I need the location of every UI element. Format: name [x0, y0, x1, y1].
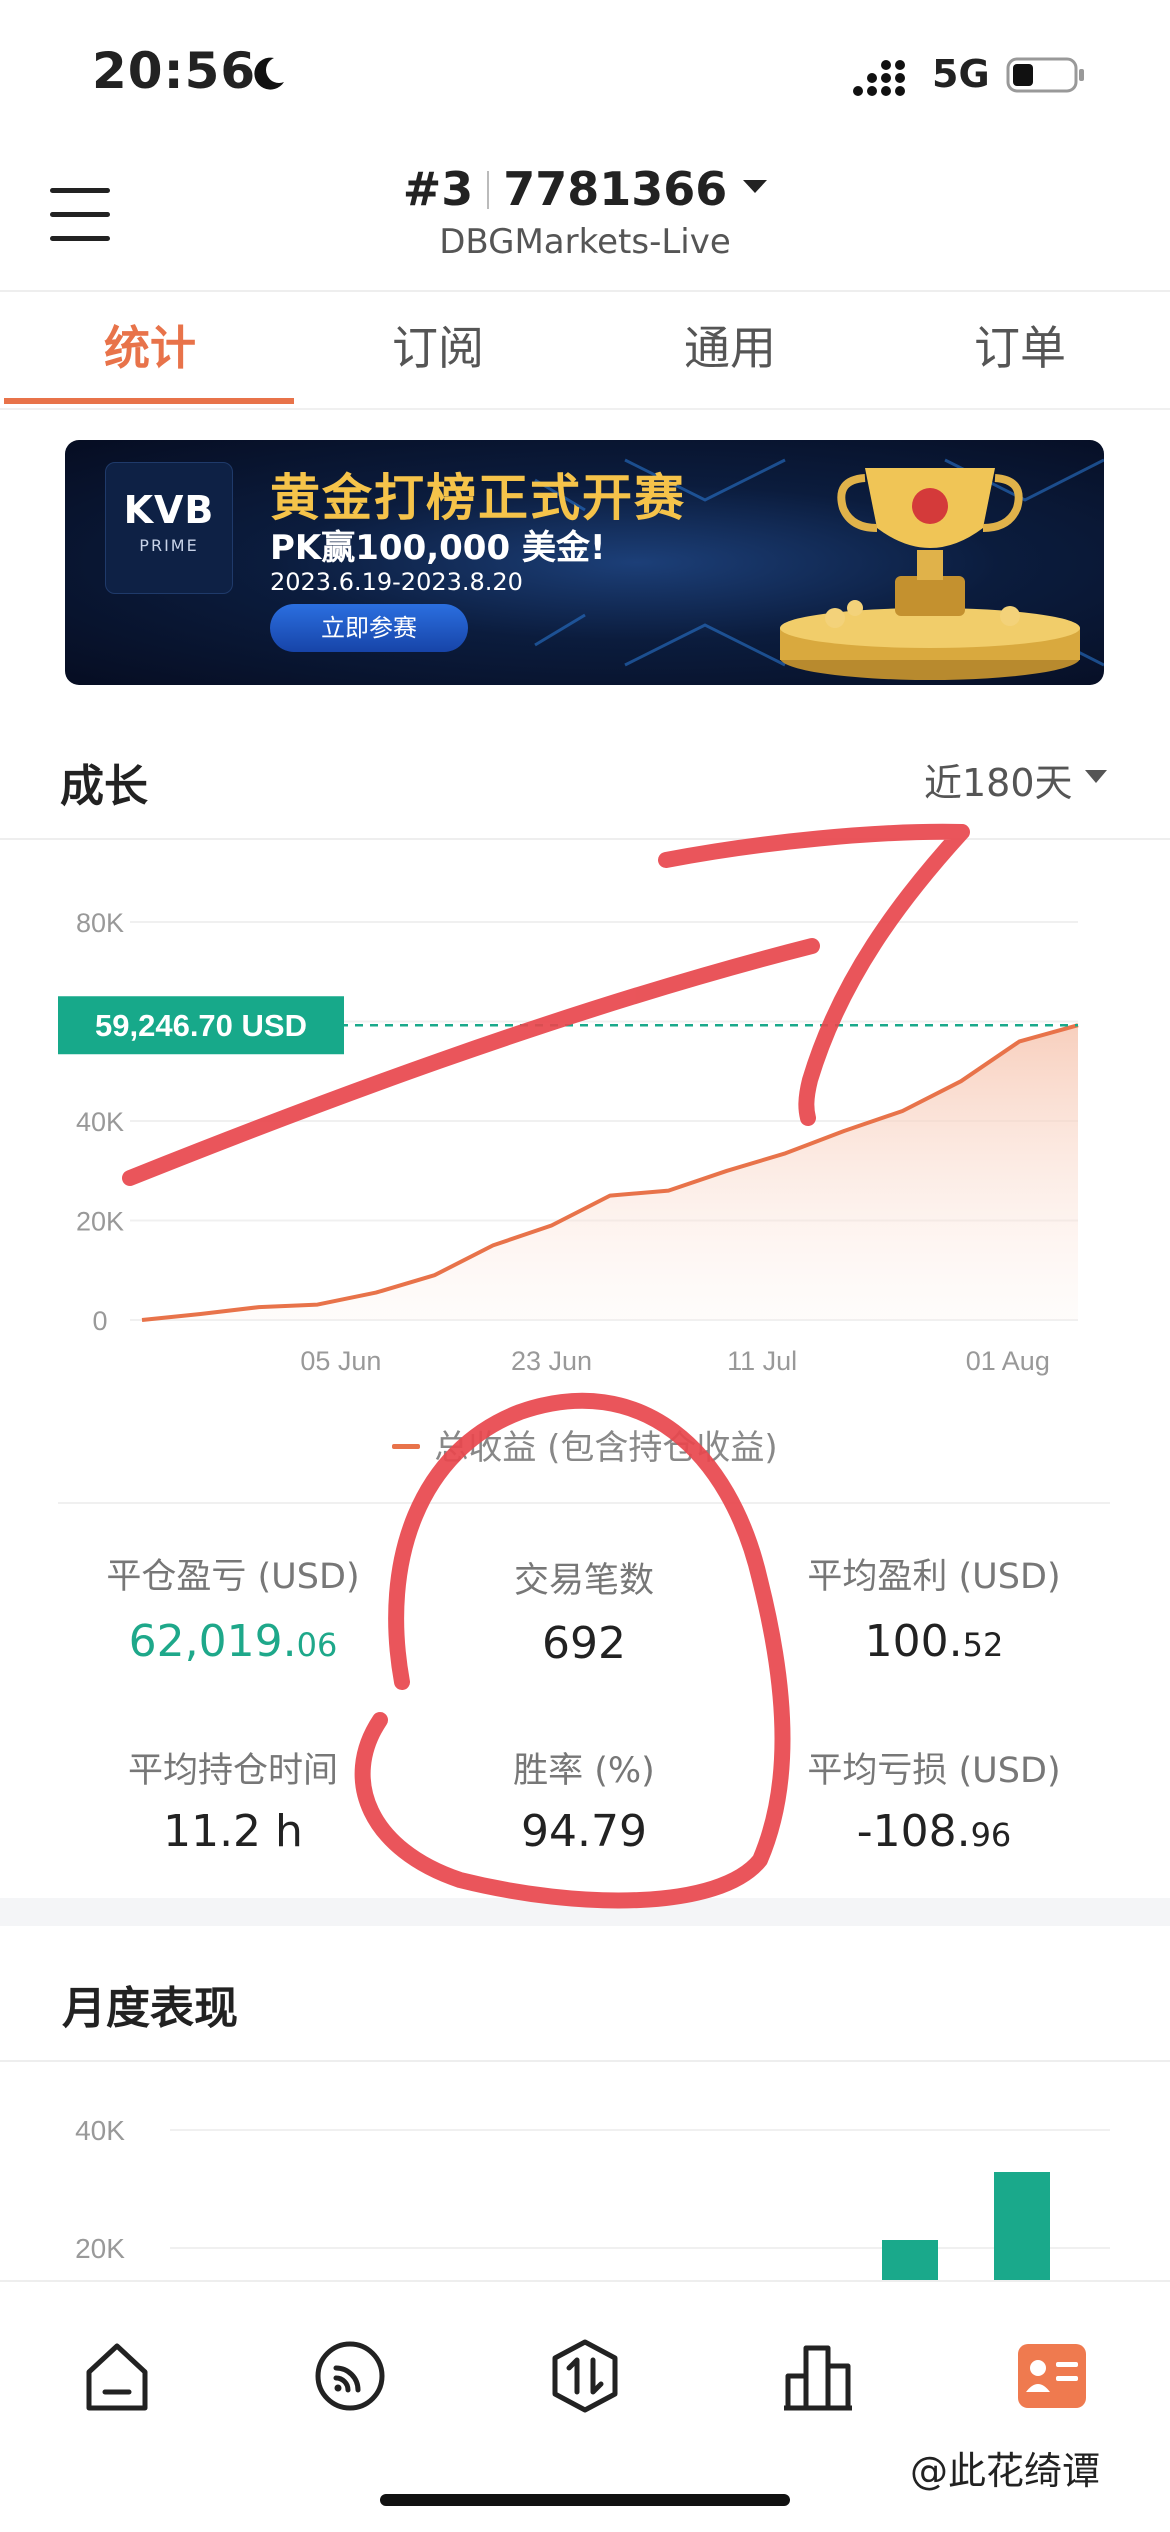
range-caret-icon: [1085, 770, 1107, 783]
stat-label: 平均持仓时间: [127, 1751, 338, 1791]
stat-value-main: 11.2 h: [163, 1806, 303, 1857]
trade-icon[interactable]: [545, 2336, 625, 2416]
stat-value-frac: 06: [296, 1626, 338, 1664]
tab-subscribe[interactable]: 订阅: [292, 312, 584, 378]
monthly-y-tick: 20K: [75, 2233, 125, 2264]
growth-title: 成长: [60, 761, 148, 812]
y-tick-label: 0: [92, 1306, 107, 1336]
banner-dates: 2023.6.19-2023.8.20: [270, 568, 523, 596]
monthly-y-tick: 40K: [75, 2115, 125, 2146]
stat-label: 平均盈利 (USD): [807, 1557, 1061, 1597]
profile-card-icon[interactable]: [1012, 2336, 1092, 2416]
server-name: DBGMarkets-Live: [439, 222, 731, 262]
account-selector[interactable]: #3 7781366: [0, 162, 1170, 216]
ranking-icon[interactable]: [778, 2336, 858, 2416]
banner-subtitle: PK赢100,000 美金!: [270, 528, 606, 568]
status-time: 20:56: [92, 42, 257, 100]
account-number: 7781366: [503, 162, 728, 216]
separator: [487, 171, 490, 209]
stat-value-frac: 96: [970, 1816, 1012, 1854]
signal-feed-icon[interactable]: [310, 2336, 390, 2416]
stat-value-main: 692: [542, 1618, 626, 1669]
x-tick-label: 11 Jul: [727, 1346, 797, 1376]
network-type: 5G: [932, 52, 990, 96]
x-tick-label: 23 Jun: [511, 1346, 592, 1376]
y-tick-label: 80K: [76, 908, 124, 938]
stat-value: 100.52: [754, 1616, 1114, 1667]
monthly-title: 月度表现: [62, 1983, 238, 2034]
section-gap: [0, 1898, 1170, 1926]
active-tab-indicator: [4, 398, 294, 404]
promo-banner[interactable]: KVB PRIME 黄金打榜正式开赛 PK赢100,000 美金! 2023.6…: [65, 440, 1104, 685]
stat-value: 62,019.06: [53, 1616, 413, 1667]
stat-value-main: -108.: [856, 1806, 971, 1857]
range-selector[interactable]: 近180天: [924, 752, 1073, 807]
monthly-divider: [0, 2060, 1170, 2062]
stat-label: 平均亏损 (USD): [807, 1751, 1061, 1791]
kvb-brand: KVB: [123, 488, 215, 532]
tab-general[interactable]: 通用: [584, 312, 876, 378]
legend-divider: [58, 1502, 1110, 1504]
battery-icon: [1006, 57, 1084, 93]
stat-value-main: 100.: [864, 1616, 963, 1667]
x-tick-label: 05 Jun: [300, 1346, 381, 1376]
monthly-bar: [882, 2240, 938, 2280]
stat-label: 平仓盈亏 (USD): [106, 1557, 360, 1597]
y-tick-label: 20K: [76, 1207, 124, 1237]
header-divider: [0, 290, 1170, 292]
tab-statistics[interactable]: 统计: [4, 312, 296, 378]
stat-label: 胜率 (%): [513, 1751, 655, 1791]
growth-area: [142, 1025, 1078, 1320]
watermark: @此花绮谭: [910, 2449, 1101, 2493]
growth-chart: 80K60K40K20K059,246.70 USD05 Jun23 Jun11…: [58, 908, 1079, 1376]
account-index: #3: [402, 162, 474, 216]
chart-legend: 总收益 (包含持仓收益): [0, 1420, 1170, 1469]
legend-line-icon: [392, 1444, 421, 1449]
stat-value-frac: 52: [962, 1626, 1004, 1664]
stat-value: -108.96: [754, 1806, 1114, 1857]
x-tick-label: 01 Aug: [966, 1346, 1050, 1376]
join-button[interactable]: 立即参赛: [270, 604, 468, 652]
tab-orders[interactable]: 订单: [874, 312, 1166, 378]
legend-label: 总收益 (包含持仓收益): [434, 1428, 778, 1468]
trophy-icon: [780, 468, 1080, 680]
monthly-chart: 40K 20K: [75, 2115, 1110, 2280]
monthly-bar: [994, 2172, 1050, 2280]
home-indicator: [380, 2494, 790, 2506]
current-value-label: 59,246.70 USD: [95, 1008, 307, 1043]
tabs-divider: [0, 408, 1170, 410]
growth-divider: [0, 838, 1170, 840]
stat-label: 交易笔数: [513, 1561, 654, 1601]
kvb-brand-sub: PRIME: [139, 536, 199, 555]
y-tick-label: 40K: [76, 1107, 124, 1137]
moon-icon: [254, 57, 284, 90]
dropdown-caret-icon: [743, 180, 768, 193]
home-icon[interactable]: [77, 2336, 157, 2416]
signal-icon: [853, 60, 905, 96]
stat-value-main: 62,019.: [128, 1616, 297, 1667]
stat-value: 692: [404, 1618, 764, 1669]
stat-value: 11.2 h: [53, 1806, 413, 1857]
stat-value: 94.79: [404, 1806, 764, 1857]
stat-value-main: 94.79: [521, 1806, 647, 1857]
